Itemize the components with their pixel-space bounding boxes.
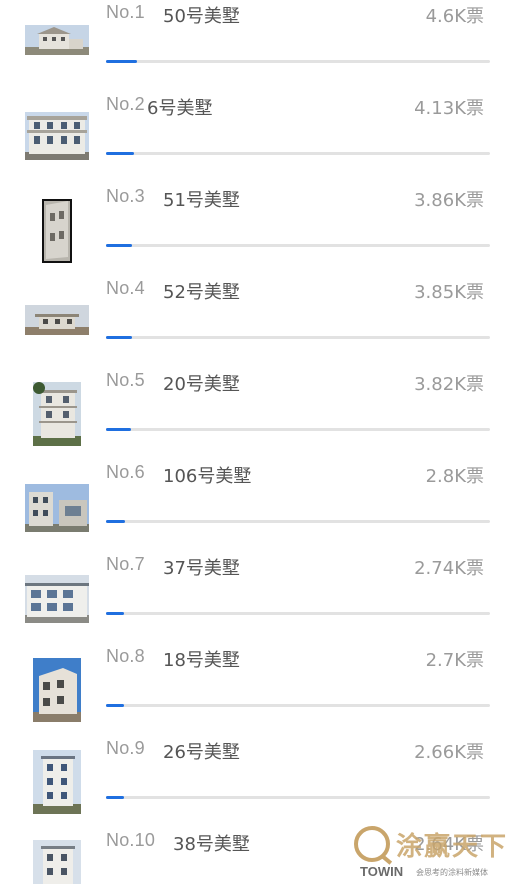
vote-progress-fill: [106, 244, 132, 247]
vote-count: 3.82K票: [414, 374, 484, 395]
vote-progress-track: [106, 336, 490, 339]
ranking-row-3[interactable]: No.3 51号美墅 3.86K票: [0, 184, 511, 276]
rank-label: No.1: [106, 2, 145, 22]
villa-ranking-list: No.1 50号美墅 4.6K票 No.2 6号美墅 4.13K票 No.3 5…: [0, 0, 511, 884]
rank-label: No.5: [106, 370, 145, 390]
villa-name: 52号美墅: [163, 282, 240, 303]
villa-name: 26号美墅: [163, 742, 240, 763]
villa-photo-thumbnail[interactable]: [25, 574, 89, 624]
vote-progress-fill: [106, 152, 134, 155]
villa-photo-thumbnail[interactable]: [25, 656, 89, 724]
vote-count: 2.74K票: [414, 558, 484, 579]
vote-count: 4.13K票: [414, 98, 484, 119]
vote-count: 2.66K票: [414, 742, 484, 763]
villa-photo-thumbnail[interactable]: [25, 482, 89, 534]
ranking-row-7[interactable]: No.7 37号美墅 2.74K票: [0, 552, 511, 644]
watermark: 涂赢天下 TOWIN 会思考的涂料新媒体: [354, 826, 511, 882]
vote-progress-track: [106, 244, 490, 247]
ranking-row-5[interactable]: No.5 20号美墅 3.82K票: [0, 368, 511, 460]
vote-count: 3.85K票: [414, 282, 484, 303]
watermark-brand: TOWIN: [360, 864, 404, 879]
villa-photo-thumbnail[interactable]: [25, 748, 89, 816]
villa-name: 6号美墅: [147, 98, 213, 119]
villa-photo-thumbnail[interactable]: [25, 840, 89, 884]
vote-progress-fill: [106, 704, 125, 707]
vote-count: 3.86K票: [414, 190, 484, 211]
ranking-row-1[interactable]: No.1 50号美墅 4.6K票: [0, 0, 511, 92]
vote-progress-fill: [106, 60, 137, 63]
villa-photo-thumbnail[interactable]: [25, 300, 89, 340]
villa-name: 106号美墅: [163, 466, 252, 487]
vote-progress-fill: [106, 612, 125, 615]
ranking-row-4[interactable]: No.4 52号美墅 3.85K票: [0, 276, 511, 368]
vote-progress-track: [106, 60, 490, 63]
rank-label: No.8: [106, 646, 145, 666]
vote-progress-fill: [106, 428, 132, 431]
vote-progress-track: [106, 428, 490, 431]
vote-progress-track: [106, 704, 490, 707]
villa-name: 20号美墅: [163, 374, 240, 395]
ranking-row-6[interactable]: No.6 106号美墅 2.8K票: [0, 460, 511, 552]
rank-label: No.4: [106, 278, 145, 298]
villa-name: 51号美墅: [163, 190, 240, 211]
rank-label: No.6: [106, 462, 145, 482]
rank-label: No.3: [106, 186, 145, 206]
vote-progress-track: [106, 520, 490, 523]
watermark-logo-icon: [354, 826, 390, 862]
rank-label: No.9: [106, 738, 145, 758]
vote-progress-track: [106, 796, 490, 799]
vote-count: 4.6K票: [425, 6, 484, 27]
ranking-row-9[interactable]: No.9 26号美墅 2.66K票: [0, 736, 511, 828]
vote-count: 2.7K票: [425, 650, 484, 671]
vote-progress-fill: [106, 336, 132, 339]
ranking-row-8[interactable]: No.8 18号美墅 2.7K票: [0, 644, 511, 736]
ranking-row-2[interactable]: No.2 6号美墅 4.13K票: [0, 92, 511, 184]
villa-photo-thumbnail[interactable]: [25, 198, 89, 264]
vote-count: 2.8K票: [425, 466, 484, 487]
vote-progress-fill: [106, 520, 125, 523]
villa-photo-thumbnail[interactable]: [25, 380, 89, 448]
villa-name: 18号美墅: [163, 650, 240, 671]
watermark-tagline: 会思考的涂料新媒体: [416, 868, 488, 877]
rank-label: No.2: [106, 94, 145, 114]
villa-name: 50号美墅: [163, 6, 240, 27]
villa-photo-thumbnail[interactable]: [25, 10, 89, 70]
vote-progress-track: [106, 152, 490, 155]
watermark-chinese-name: 涂赢天下: [396, 832, 509, 862]
rank-label: No.10: [106, 830, 156, 850]
villa-name: 38号美墅: [173, 834, 250, 855]
vote-progress-fill: [106, 796, 124, 799]
villa-name: 37号美墅: [163, 558, 240, 579]
villa-photo-thumbnail[interactable]: [25, 106, 89, 166]
rank-label: No.7: [106, 554, 145, 574]
vote-progress-track: [106, 612, 490, 615]
